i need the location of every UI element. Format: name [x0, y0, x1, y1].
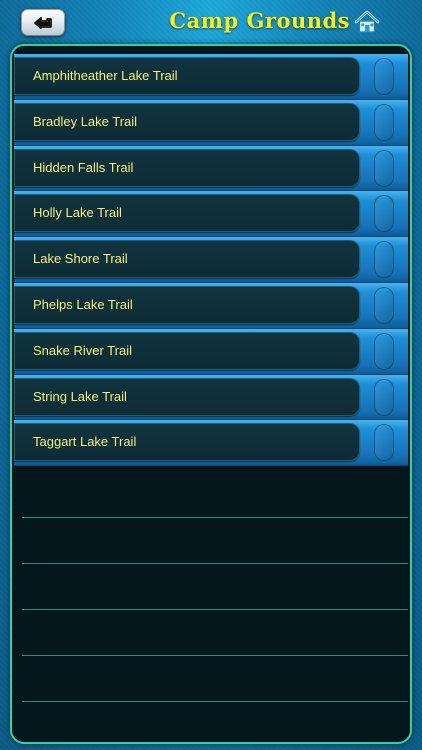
- empty-row-divider: [22, 564, 408, 610]
- list-item[interactable]: Bradley Lake Trail: [12, 99, 410, 146]
- row-label-box: String Lake Trail: [14, 377, 360, 416]
- back-button[interactable]: [21, 9, 65, 36]
- header-bar: Camp Grounds: [0, 0, 422, 44]
- trail-label: Bradley Lake Trail: [33, 113, 138, 129]
- row-label-box: Hidden Falls Trail: [14, 148, 360, 187]
- list-item[interactable]: Lake Shore Trail: [12, 237, 410, 283]
- row-pill-indicator: [374, 149, 394, 187]
- trail-list-panel: Amphitheather Lake Trail Bradley Lake Tr…: [10, 44, 412, 744]
- home-icon[interactable]: [354, 9, 380, 35]
- row-pill-indicator: [374, 286, 394, 324]
- trail-label: Snake River Trail: [33, 342, 132, 358]
- row-label-box: Holly Lake Trail: [14, 194, 360, 233]
- list-item[interactable]: Holly Lake Trail: [12, 191, 410, 238]
- trail-label: Holly Lake Trail: [33, 205, 122, 221]
- row-pill-indicator: [374, 241, 394, 279]
- row-pill-indicator: [374, 195, 394, 233]
- list-item[interactable]: Amphitheather Lake Trail: [12, 54, 410, 100]
- list-item[interactable]: Hidden Falls Trail: [12, 145, 410, 192]
- trail-label: Taggart Lake Trail: [33, 434, 137, 450]
- trail-label: Hidden Falls Trail: [33, 159, 134, 175]
- list-item[interactable]: Phelps Lake Trail: [12, 282, 410, 329]
- row-pill-indicator: [374, 424, 394, 462]
- row-label-box: Bradley Lake Trail: [14, 102, 360, 141]
- list-item[interactable]: Snake River Trail: [12, 328, 410, 375]
- trail-label: String Lake Trail: [33, 388, 127, 404]
- row-label-box: Amphitheather Lake Trail: [14, 57, 360, 95]
- trail-label: Amphitheather Lake Trail: [33, 68, 178, 83]
- row-pill-indicator: [374, 58, 394, 95]
- trail-label: Lake Shore Trail: [33, 251, 128, 267]
- row-pill-indicator: [374, 378, 394, 416]
- empty-row-divider: [22, 656, 408, 702]
- empty-row-divider: [22, 472, 408, 518]
- list-item[interactable]: String Lake Trail: [12, 374, 410, 421]
- list-item[interactable]: Taggart Lake Trail: [12, 420, 410, 467]
- row-pill-indicator: [374, 332, 394, 370]
- page-title: Camp Grounds: [169, 8, 350, 33]
- row-pill-indicator: [374, 103, 394, 141]
- empty-row-divider: [22, 610, 408, 656]
- row-label-box: Lake Shore Trail: [14, 240, 360, 279]
- row-label-box: Snake River Trail: [14, 331, 360, 370]
- empty-row-divider: [22, 518, 408, 564]
- empty-list-area: [12, 472, 410, 702]
- row-label-box: Taggart Lake Trail: [14, 423, 360, 462]
- row-label-box: Phelps Lake Trail: [14, 285, 360, 324]
- trail-list: Amphitheather Lake Trail Bradley Lake Tr…: [12, 54, 410, 467]
- back-arrow-icon: [34, 16, 52, 29]
- trail-label: Phelps Lake Trail: [33, 296, 133, 312]
